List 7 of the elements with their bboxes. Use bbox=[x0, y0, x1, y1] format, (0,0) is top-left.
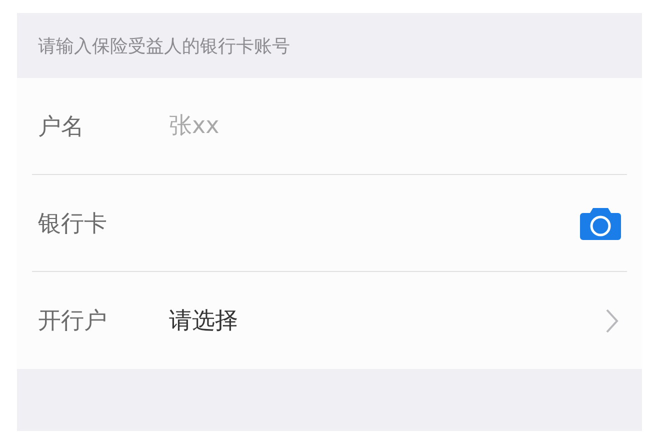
field-label: 开行户 bbox=[37, 307, 108, 336]
section-header: 请输入保险受益人的银行卡账号 bbox=[38, 34, 290, 58]
input-field[interactable]: 张xx bbox=[169, 109, 627, 143]
field-label: 银行卡 bbox=[37, 210, 108, 238]
field-label: 户名 bbox=[37, 112, 85, 142]
select-value[interactable]: 请选择 bbox=[169, 305, 605, 336]
camera-icon[interactable] bbox=[580, 206, 621, 240]
